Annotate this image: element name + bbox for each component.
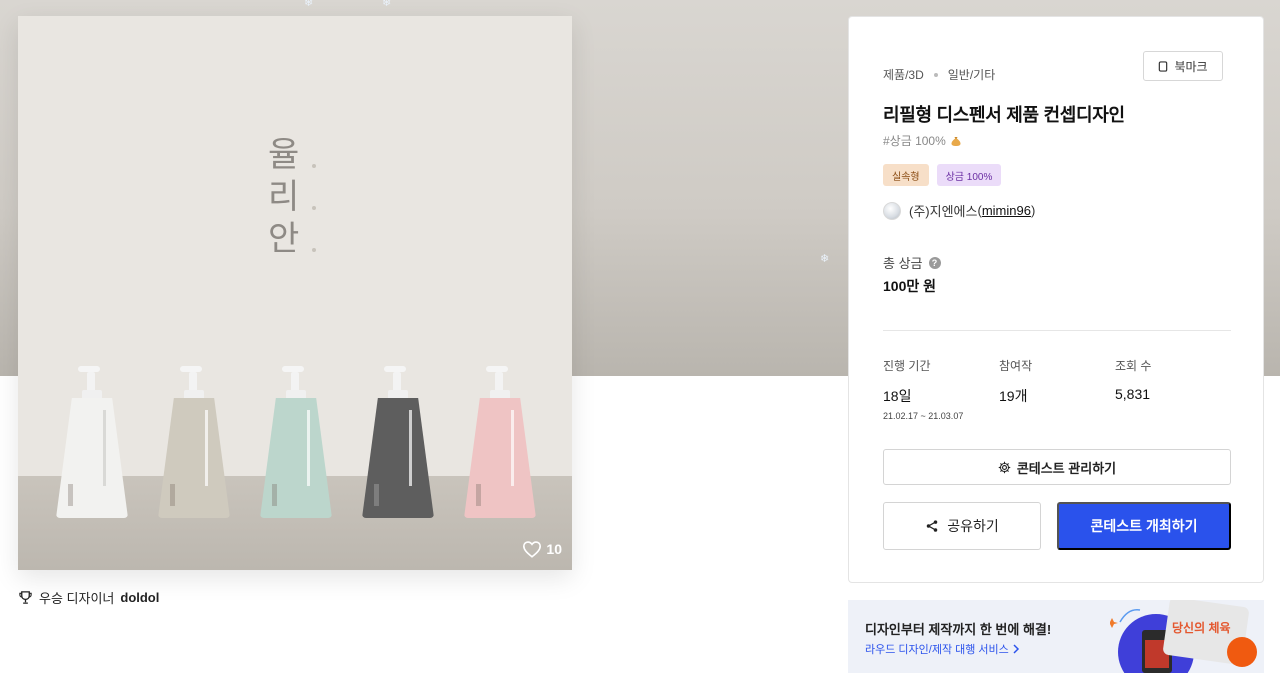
stat-entries-value: 19개 <box>999 388 1028 404</box>
bookmark-button[interactable]: 북마크 <box>1143 51 1223 81</box>
like-count: 10 <box>546 541 562 557</box>
bookmark-label: 북마크 <box>1174 59 1208 74</box>
manage-contest-button[interactable]: 콘테스트 관리하기 <box>883 449 1231 485</box>
like-button[interactable]: 10 <box>522 540 562 558</box>
snowflake-icon: ❄ <box>304 0 314 9</box>
brand-logo-char: 율 <box>268 135 300 175</box>
award-winner: 우승 디자이너 doldol <box>18 588 159 607</box>
stat-entries: 참여작 19개 <box>999 357 1032 406</box>
category-label[interactable]: 제품/3D <box>883 66 924 83</box>
stat-entries-label: 참여작 <box>999 359 1033 373</box>
dispenser-bottle-charcoal <box>362 364 434 524</box>
heart-icon <box>523 541 542 558</box>
stat-views-value: 5,831 <box>1115 386 1151 402</box>
subcategory-label[interactable]: 일반/기타 <box>948 66 996 83</box>
host-contest-label: 콘테스트 개최하기 <box>1090 518 1198 534</box>
promo-link[interactable]: 라우드 디자인/제작 대행 서비스 <box>865 641 1020 657</box>
promo-link-text: 라우드 디자인/제작 대행 서비스 <box>865 644 1009 656</box>
hashtag-text[interactable]: #상금 100% <box>883 132 946 149</box>
trophy-icon <box>19 591 32 604</box>
host-name: (주)지엔에스 <box>909 204 978 219</box>
product-image[interactable]: 율 리 안 10 <box>18 16 572 570</box>
dispenser-bottle-white <box>56 364 128 524</box>
manage-contest-label: 콘테스트 관리하기 <box>1016 460 1117 476</box>
tag-practical: 실속형 <box>883 164 929 186</box>
award-label: 우승 디자이너 <box>39 591 115 606</box>
promo-illustration: 당신의 체육 <box>1110 600 1257 673</box>
host-user-link[interactable]: mimin96 <box>982 203 1031 218</box>
money-bag-icon <box>951 136 961 146</box>
page-title: 리필형 디스펜서 제품 컨셉디자인 <box>883 105 1125 125</box>
dispenser-bottle-beige <box>158 364 230 524</box>
stat-period-range: 21.02.17 ~ 21.03.07 <box>883 411 964 421</box>
share-button[interactable]: 공유하기 <box>883 502 1041 550</box>
dispenser-bottle-mint <box>260 364 332 524</box>
chevron-right-icon <box>1013 644 1019 654</box>
host-info: (주)지엔에스 (mimin96) <box>883 201 1035 220</box>
breadcrumb: 제품/3D 일반/기타 <box>883 66 995 83</box>
snowflake-icon: ❄ <box>820 252 830 265</box>
share-label: 공유하기 <box>947 518 999 534</box>
share-icon <box>926 520 938 532</box>
stat-period-value: 18일 <box>883 388 912 404</box>
tag-list: 실속형 상금 100% <box>883 164 1002 186</box>
promo-banner[interactable]: 디자인부터 제작까지 한 번에 해결! 라우드 디자인/제작 대행 서비스 당신… <box>848 600 1264 673</box>
stat-views-label: 조회 수 <box>1115 359 1152 373</box>
brand-logo-char: 안 <box>268 219 300 259</box>
hashtag: #상금 100% <box>883 132 962 149</box>
separator-dot <box>933 72 938 77</box>
dispenser-bottle-pink <box>464 364 536 524</box>
avatar <box>883 201 901 220</box>
host-contest-button[interactable]: 콘테스트 개최하기 <box>1057 502 1231 550</box>
divider <box>883 330 1231 331</box>
stat-views: 조회 수 5,831 <box>1115 357 1151 402</box>
promo-art-text: 당신의 체육 <box>1172 620 1231 635</box>
brand-logo-char: 리 <box>268 177 300 217</box>
stat-period: 진행 기간 18일 21.02.17 ~ 21.03.07 <box>883 357 963 421</box>
tag-prize: 상금 100% <box>936 164 1002 186</box>
stat-period-label: 진행 기간 <box>883 359 931 373</box>
prize-label: 총 상금 ? <box>883 253 941 272</box>
help-icon[interactable]: ? <box>928 256 941 269</box>
award-winner-name[interactable]: doldol <box>120 590 159 605</box>
snowflake-icon: ❄ <box>382 0 392 9</box>
contest-info-panel: 제품/3D 일반/기타 북마크 리필형 디스펜서 제품 컨셉디자인 #상금 10… <box>848 16 1264 583</box>
bookmark-icon <box>1159 60 1168 72</box>
brand-logo: 율 리 안 <box>268 134 328 274</box>
promo-title: 디자인부터 제작까지 한 번에 해결! <box>865 622 1052 637</box>
prize-value: 100만 원 <box>883 278 937 294</box>
gear-icon <box>998 461 1011 473</box>
prize-label-text: 총 상금 <box>883 256 923 271</box>
